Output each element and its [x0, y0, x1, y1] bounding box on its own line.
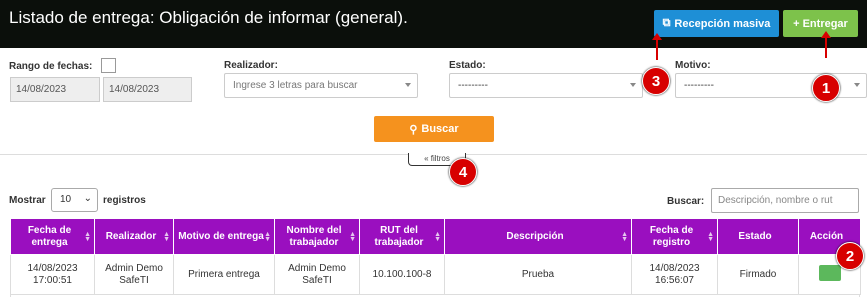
annotation-badge-1: 1: [812, 74, 840, 102]
annotation-arrows: [652, 31, 831, 60]
annotation-badge-4: 4: [449, 158, 477, 186]
annotation-badge-3: 3: [642, 67, 670, 95]
arrow-3-head: [652, 33, 662, 40]
annotation-badge-2: 2: [836, 242, 864, 270]
arrow-1-head: [821, 31, 831, 38]
